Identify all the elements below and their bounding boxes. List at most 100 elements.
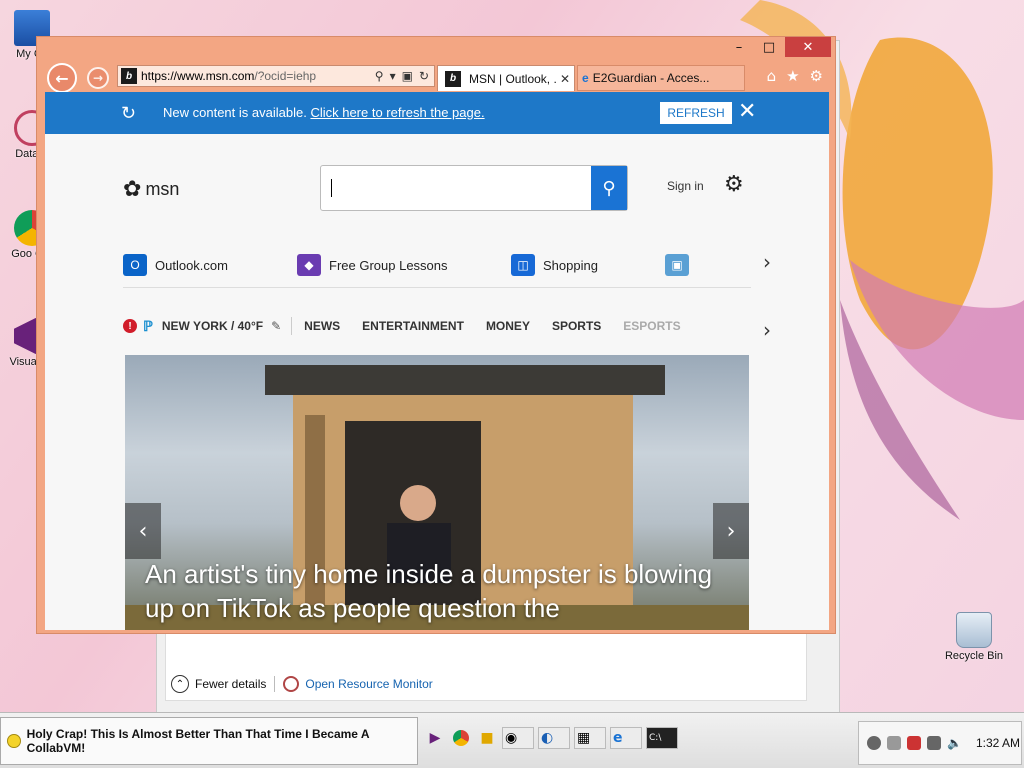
close-tab-icon[interactable]: ✕ <box>556 72 570 86</box>
search-icon[interactable]: ⚲ <box>375 69 384 83</box>
lock-icon[interactable]: ▣ <box>402 69 413 83</box>
quick-link-cars[interactable]: ▣ <box>665 254 689 276</box>
taskbar-pinned: ▶ ■ ◉ ◐ ▦ e C:\ <box>424 727 678 749</box>
fewer-details-button[interactable]: ⌃ Fewer details <box>171 675 266 693</box>
quick-link-label: Outlook.com <box>155 257 228 273</box>
resource-monitor-icon <box>283 676 300 692</box>
taskbar: Holy Crap! This Is Almost Better Than Th… <box>0 712 1024 768</box>
favorites-star-icon[interactable]: ★ <box>786 67 799 85</box>
close-notification-icon[interactable]: ✕ <box>738 98 756 124</box>
refresh-icon[interactable]: ↻ <box>419 69 429 83</box>
dropdown-icon[interactable]: ▾ <box>390 69 396 83</box>
car-icon: ▣ <box>665 254 689 276</box>
divider <box>291 317 293 335</box>
tab-msn[interactable]: b MSN | Outlook, ... ✕ <box>437 65 575 91</box>
file-explorer-icon[interactable]: ■ <box>476 727 498 749</box>
stop-tray-icon[interactable] <box>887 736 901 750</box>
search-input[interactable]: ⚲ <box>320 165 628 211</box>
taskbar-app-button[interactable]: Holy Crap! This Is Almost Better Than Th… <box>0 717 418 765</box>
taskbar-app-title: Holy Crap! This Is Almost Better Than Th… <box>26 727 370 755</box>
text-caret <box>331 179 332 197</box>
notification-text: New content is available. <box>163 105 307 120</box>
close-button[interactable]: ✕ <box>785 37 831 57</box>
steam-tray-icon[interactable] <box>867 736 881 750</box>
chevron-up-icon: ⌃ <box>171 675 189 693</box>
quick-link-free-group-lessons[interactable]: ◆ Free Group Lessons <box>297 254 448 276</box>
quick-links-next-chevron-icon[interactable]: › <box>763 250 771 274</box>
divider <box>274 676 276 692</box>
minimize-button[interactable]: – <box>725 37 753 57</box>
carousel-prev-button[interactable]: ‹ <box>125 503 161 559</box>
hero-carousel[interactable]: ‹ › An artist's tiny home inside a dumps… <box>125 355 749 630</box>
sign-in-link[interactable]: Sign in <box>667 179 704 193</box>
open-resource-monitor-link[interactable]: Open Resource Monitor <box>283 676 433 692</box>
title-bar[interactable]: – □ ✕ <box>37 37 835 61</box>
tab-label: MSN | Outlook, ... <box>469 71 556 86</box>
address-bar[interactable]: b https://www.msn.com/?ocid=iehp ⚲ ▾ ▣ ↻ <box>117 65 435 87</box>
back-button[interactable]: ← <box>47 63 77 93</box>
refresh-icon: ↻ <box>121 103 137 123</box>
quick-link-label: Shopping <box>543 257 598 273</box>
volume-icon[interactable]: 🔈 <box>947 736 962 750</box>
location-weather[interactable]: NEW YORK / 40°F <box>162 319 263 333</box>
tab-label: E2Guardian - Acces... <box>592 71 710 85</box>
tab-e2guardian[interactable]: e E2Guardian - Acces... <box>577 65 745 91</box>
smiley-icon <box>7 734 21 748</box>
edit-location-icon[interactable]: ✎ <box>271 319 281 333</box>
flag-tray-icon[interactable] <box>907 736 921 750</box>
butterfly-icon: ✿ <box>123 176 142 201</box>
command-prompt-group-icon[interactable]: C:\ <box>646 727 678 749</box>
recycle-bin-icon <box>956 612 992 648</box>
url-host: https://www.msn.com <box>141 69 255 83</box>
nav-sports[interactable]: SPORTS <box>552 319 601 333</box>
chrome-icon[interactable] <box>450 727 472 749</box>
quick-link-label: Free Group Lessons <box>329 257 448 273</box>
open-resource-monitor-label: Open Resource Monitor <box>305 677 433 691</box>
network-tray-icon[interactable] <box>927 736 941 750</box>
msn-logo[interactable]: ✿ msn <box>123 176 179 202</box>
visual-studio-icon[interactable]: ▶ <box>424 727 446 749</box>
desktop-icon-label: Recycle Bin <box>944 650 1004 662</box>
system-tray: 🔈 1:32 AM <box>858 721 1022 765</box>
forward-button[interactable]: → <box>87 67 109 89</box>
search-button[interactable]: ⚲ <box>591 166 627 210</box>
quick-links: O Outlook.com ◆ Free Group Lessons ◫ Sho… <box>123 248 751 288</box>
graduation-cap-icon: ◆ <box>297 254 321 276</box>
control-panel-group-icon[interactable]: ▦ <box>574 727 606 749</box>
url-text[interactable]: https://www.msn.com/?ocid=iehp <box>141 69 375 83</box>
network-group-icon[interactable]: ◐ <box>538 727 570 749</box>
hero-headline[interactable]: An artist's tiny home inside a dumpster … <box>145 557 735 625</box>
settings-gear-icon[interactable]: ⚙ <box>724 172 744 197</box>
outlook-icon: O <box>123 254 147 276</box>
nav-money[interactable]: MONEY <box>486 319 530 333</box>
desktop-icon-recycle-bin[interactable]: Recycle Bin <box>942 612 1006 662</box>
home-icon[interactable]: ⌂ <box>767 67 777 85</box>
nav-esports[interactable]: ESPORTS <box>623 319 680 333</box>
msn-favicon: b <box>121 68 137 84</box>
search-icon: ⚲ <box>602 177 616 199</box>
alert-icon[interactable]: ! <box>123 319 137 333</box>
steam-group-icon[interactable]: ◉ <box>502 727 534 749</box>
shopping-cart-icon: ◫ <box>511 254 535 276</box>
gear-icon[interactable]: ⚙ <box>810 67 823 85</box>
nav-entertainment[interactable]: ENTERTAINMENT <box>362 319 464 333</box>
nav-news[interactable]: NEWS <box>304 319 340 333</box>
maximize-button[interactable]: □ <box>755 37 783 57</box>
browser-toolbar-icons: ⌂ ★ ⚙ <box>767 67 823 85</box>
notification-message: New content is available. Click here to … <box>163 105 485 120</box>
quick-link-shopping[interactable]: ◫ Shopping <box>511 254 598 276</box>
refresh-button[interactable]: REFRESH <box>660 102 732 124</box>
refresh-page-link[interactable]: Click here to refresh the page. <box>310 105 484 120</box>
clock[interactable]: 1:32 AM <box>976 736 1020 750</box>
news-nav: ! ℙ NEW YORK / 40°F ✎ NEWS ENTERTAINMENT… <box>123 310 753 342</box>
fewer-details-label: Fewer details <box>195 677 267 691</box>
nav-next-chevron-icon[interactable]: › <box>763 318 771 342</box>
carousel-next-button[interactable]: › <box>713 503 749 559</box>
msn-logo-text: msn <box>145 178 180 199</box>
msn-favicon: b <box>445 70 461 87</box>
page-content: ↻ New content is available. Click here t… <box>45 92 829 630</box>
browser-window: – □ ✕ ← → b https://www.msn.com/?ocid=ie… <box>36 36 836 634</box>
internet-explorer-group-icon[interactable]: e <box>610 727 642 749</box>
address-tools: ⚲ ▾ ▣ ↻ <box>375 69 434 83</box>
quick-link-outlook[interactable]: O Outlook.com <box>123 254 228 276</box>
